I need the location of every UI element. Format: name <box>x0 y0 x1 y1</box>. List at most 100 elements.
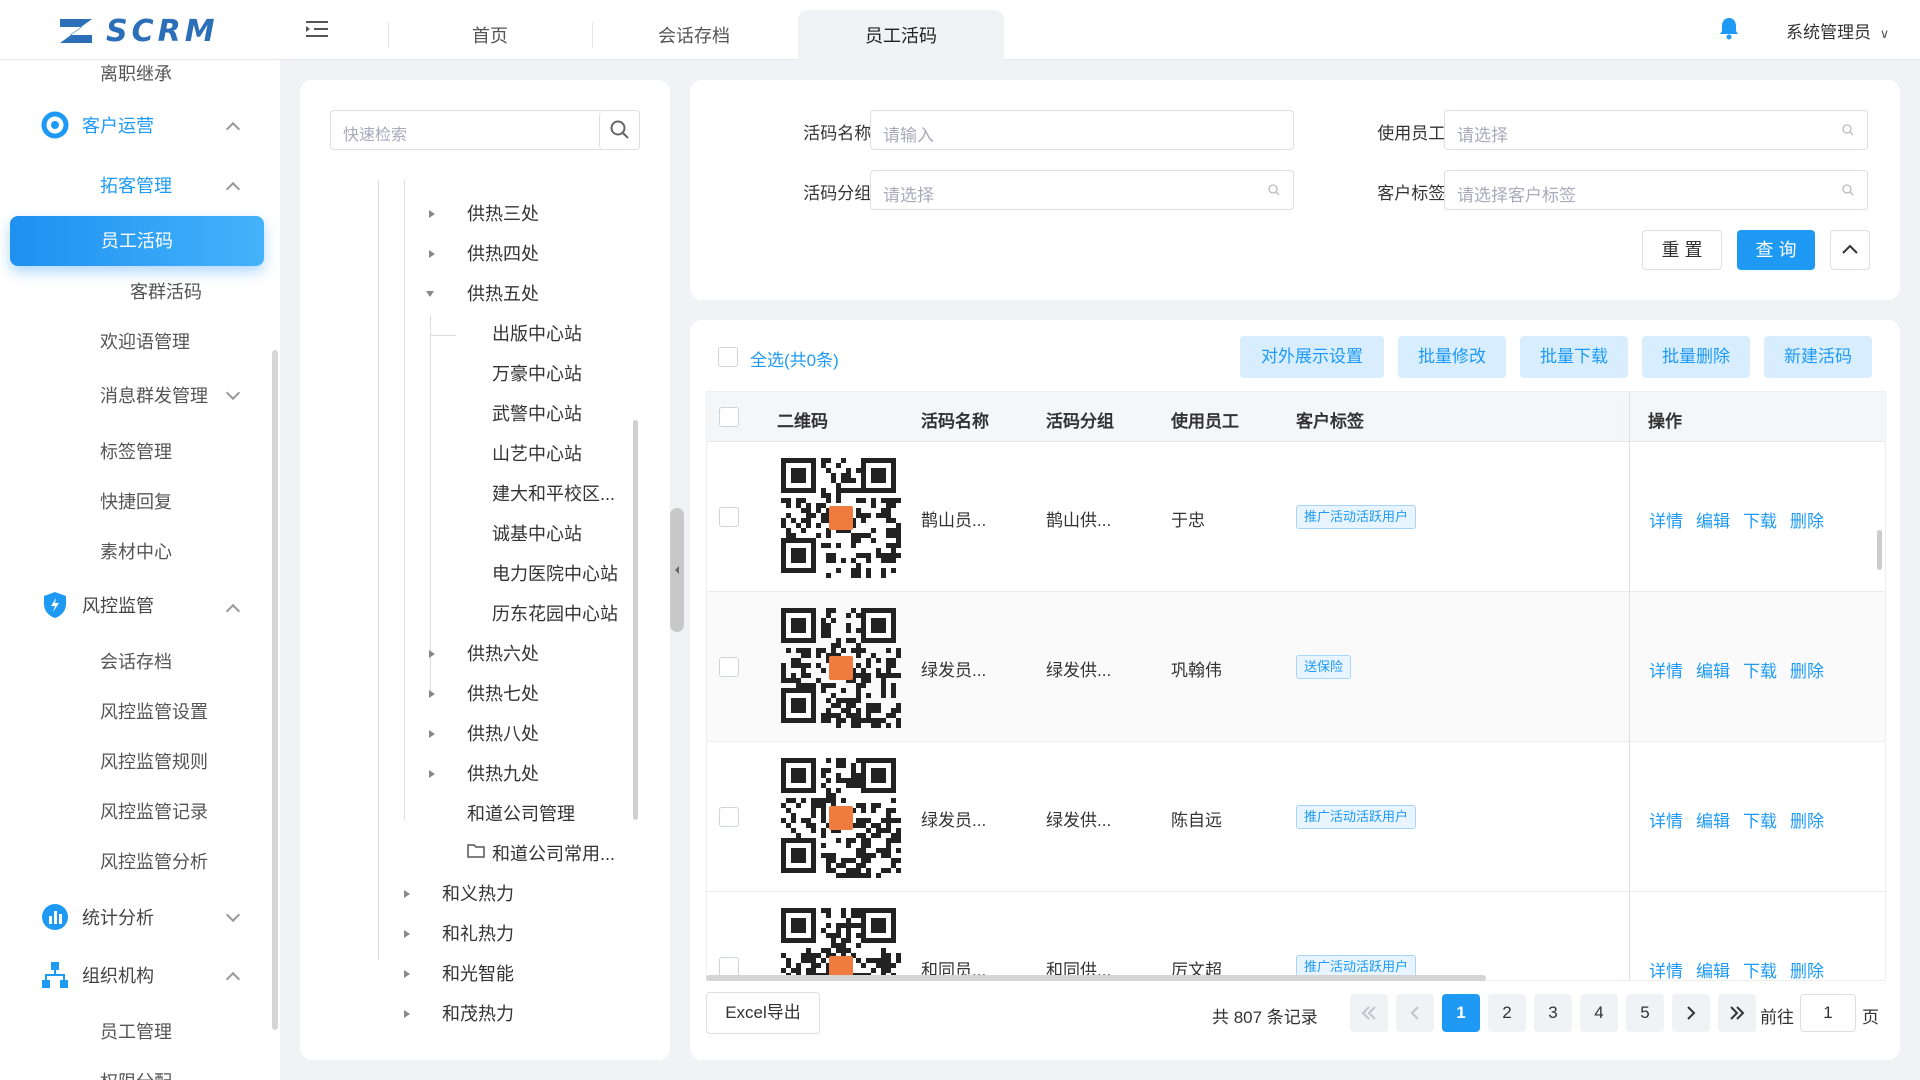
select-all-checkbox[interactable] <box>718 347 738 367</box>
reset-button[interactable]: 重 置 <box>1642 230 1722 270</box>
batch-download-button[interactable]: 批量下载 <box>1520 336 1628 378</box>
tree-node[interactable]: 万豪中心站 <box>492 360 582 386</box>
delete-link[interactable]: 删除 <box>1790 807 1824 832</box>
sidebar-item-permissions[interactable]: 权限分配 <box>100 1068 172 1080</box>
caret-right-icon[interactable] <box>404 930 410 938</box>
row-checkbox[interactable] <box>719 957 739 977</box>
sidebar-item-employee-qrcode[interactable]: 员工活码 <box>10 216 264 266</box>
last-page-button[interactable] <box>1718 994 1756 1032</box>
collapse-filter-button[interactable] <box>1830 230 1870 270</box>
sidebar-item-welcome[interactable]: 欢迎语管理 <box>100 328 190 354</box>
sidebar-item-quick-reply[interactable]: 快捷回复 <box>100 488 172 514</box>
tab-home[interactable]: 首页 <box>388 10 592 60</box>
tree-search-input[interactable]: 快速检索 <box>330 110 640 150</box>
sidebar-item-resign-inherit[interactable]: 离职继承 <box>100 60 172 86</box>
edit-link[interactable]: 编辑 <box>1696 957 1730 980</box>
tree-node[interactable]: 和道公司管理 <box>467 800 575 826</box>
tree-node[interactable]: 供热六处 <box>467 640 539 666</box>
tree-node[interactable]: 和义热力 <box>442 880 514 906</box>
tree-node[interactable]: 出版中心站 <box>492 320 582 346</box>
tree-node[interactable]: 和道公司常用... <box>492 840 615 866</box>
download-link[interactable]: 下载 <box>1743 657 1777 682</box>
sidebar-group-stats[interactable]: 统计分析 <box>40 902 154 932</box>
delete-link[interactable]: 删除 <box>1790 507 1824 532</box>
sidebar-item-chat-archive[interactable]: 会话存档 <box>100 648 172 674</box>
tab-chat-archive[interactable]: 会话存档 <box>592 10 796 60</box>
tree-search-button[interactable] <box>599 111 639 149</box>
batch-delete-button[interactable]: 批量删除 <box>1642 336 1750 378</box>
delete-link[interactable]: 删除 <box>1790 957 1824 980</box>
tab-employee-qrcode[interactable]: 员工活码 <box>798 10 1004 60</box>
sidebar-item-group-qrcode[interactable]: 客群活码 <box>130 278 202 304</box>
tree-node[interactable]: 山艺中心站 <box>492 440 582 466</box>
app-logo[interactable]: SCRM <box>58 14 219 49</box>
detail-link[interactable]: 详情 <box>1649 507 1683 532</box>
qrcode-image[interactable] <box>781 608 901 728</box>
caret-right-icon[interactable] <box>404 1010 410 1018</box>
download-link[interactable]: 下载 <box>1743 507 1777 532</box>
sidebar-item-tags[interactable]: 标签管理 <box>100 438 172 464</box>
tree-node[interactable]: 供热四处 <box>467 240 539 266</box>
header-checkbox[interactable] <box>719 407 739 427</box>
caret-right-icon[interactable] <box>429 250 435 258</box>
row-checkbox[interactable] <box>719 507 739 527</box>
download-link[interactable]: 下载 <box>1743 807 1777 832</box>
sidebar-group-customer-ops[interactable]: 客户运营 <box>40 110 154 140</box>
page-2-button[interactable]: 2 <box>1488 994 1526 1032</box>
chevron-down-icon[interactable] <box>225 385 241 401</box>
caret-right-icon[interactable] <box>429 650 435 658</box>
sidebar-item-risk-rules[interactable]: 风控监管规则 <box>100 748 208 774</box>
page-5-button[interactable]: 5 <box>1626 994 1664 1032</box>
sidebar-item-employee-manage[interactable]: 员工管理 <box>100 1018 172 1044</box>
tree-node[interactable]: 和光智能 <box>442 960 514 986</box>
table-vertical-scrollbar[interactable] <box>1877 530 1882 570</box>
detail-link[interactable]: 详情 <box>1649 657 1683 682</box>
external-display-settings-button[interactable]: 对外展示设置 <box>1240 336 1384 378</box>
qrcode-group-select[interactable]: 请选择 <box>870 170 1294 210</box>
edit-link[interactable]: 编辑 <box>1696 507 1730 532</box>
chevron-up-icon[interactable] <box>225 181 241 197</box>
select-all-label[interactable]: 全选(共0条) <box>750 346 839 371</box>
prev-page-button[interactable] <box>1396 994 1434 1032</box>
chevron-up-icon[interactable] <box>225 971 241 987</box>
tree-node[interactable]: 建大和平校区... <box>492 480 615 506</box>
chevron-down-icon[interactable] <box>225 907 241 923</box>
first-page-button[interactable] <box>1350 994 1388 1032</box>
tree-node[interactable]: 供热三处 <box>467 200 539 226</box>
tree-node[interactable]: 和茂热力 <box>442 1000 514 1026</box>
table-horizontal-scrollbar[interactable] <box>706 975 1486 981</box>
new-qrcode-button[interactable]: 新建活码 <box>1764 336 1872 378</box>
excel-export-button[interactable]: Excel导出 <box>706 992 820 1034</box>
tree-node[interactable]: 电力医院中心站 <box>492 560 618 586</box>
tree-scrollbar[interactable] <box>633 420 638 820</box>
qrcode-image[interactable] <box>781 908 901 981</box>
qrcode-image[interactable] <box>781 458 901 578</box>
edit-link[interactable]: 编辑 <box>1696 657 1730 682</box>
caret-right-icon[interactable] <box>404 890 410 898</box>
sidebar-scrollbar[interactable] <box>272 350 278 1030</box>
tree-node[interactable]: 供热五处 <box>467 280 539 306</box>
page-1-button[interactable]: 1 <box>1442 994 1480 1032</box>
chevron-up-icon[interactable] <box>225 121 241 137</box>
chevron-up-icon[interactable] <box>225 603 241 619</box>
goto-page-input[interactable]: 1 <box>1800 994 1856 1032</box>
tree-node[interactable]: 和礼热力 <box>442 920 514 946</box>
caret-right-icon[interactable] <box>429 210 435 218</box>
tree-node[interactable]: 供热七处 <box>467 680 539 706</box>
employee-select[interactable]: 请选择 <box>1444 110 1868 150</box>
sidebar-item-risk-analysis[interactable]: 风控监管分析 <box>100 848 208 874</box>
tree-node[interactable]: 武警中心站 <box>492 400 582 426</box>
row-checkbox[interactable] <box>719 807 739 827</box>
menu-toggle-icon[interactable] <box>306 20 328 38</box>
download-link[interactable]: 下载 <box>1743 957 1777 980</box>
customer-tag-select[interactable]: 请选择客户标签 <box>1444 170 1868 210</box>
tree-collapse-handle[interactable] <box>670 508 684 632</box>
bell-icon[interactable] <box>1718 16 1740 40</box>
caret-right-icon[interactable] <box>429 730 435 738</box>
sidebar-group-org[interactable]: 组织机构 <box>40 960 154 990</box>
batch-edit-button[interactable]: 批量修改 <box>1398 336 1506 378</box>
caret-right-icon[interactable] <box>429 690 435 698</box>
user-menu[interactable]: 系统管理员 ∨ <box>1786 18 1889 43</box>
detail-link[interactable]: 详情 <box>1649 807 1683 832</box>
tree-node[interactable]: 诚基中心站 <box>492 520 582 546</box>
